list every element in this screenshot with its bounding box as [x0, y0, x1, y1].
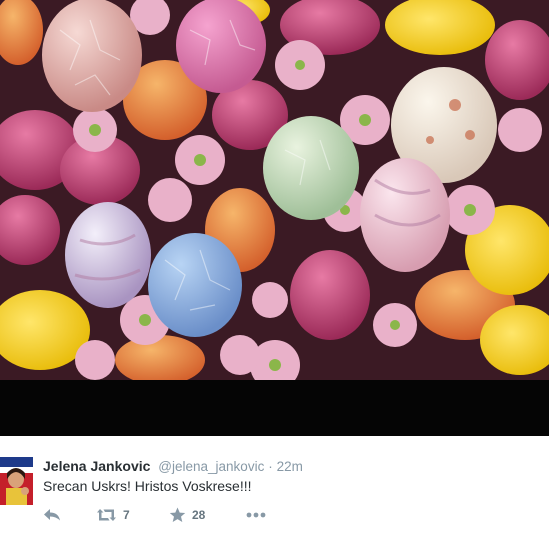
retweet-icon — [96, 508, 117, 522]
more-icon — [246, 512, 266, 518]
timestamp[interactable]: 22m — [277, 459, 303, 474]
retweet-button[interactable]: 7 — [96, 506, 130, 524]
favorite-count: 28 — [192, 508, 206, 522]
tweet-text: Srecan Uskrs! Hristos Voskrese!!! — [43, 478, 252, 494]
reply-button[interactable] — [43, 506, 61, 524]
favorite-button[interactable]: 28 — [169, 506, 205, 524]
retweet-count: 7 — [123, 508, 130, 522]
reply-icon — [43, 508, 61, 522]
more-button[interactable] — [246, 506, 266, 524]
tweet: Jelena Jankovic @jelena_jankovic · 22m S… — [0, 436, 549, 543]
photo-illustration — [0, 0, 549, 380]
easter-eggs-photo[interactable] — [0, 0, 549, 380]
avatar[interactable] — [0, 457, 33, 505]
tweet-header: Jelena Jankovic @jelena_jankovic · 22m — [43, 458, 303, 474]
display-name[interactable]: Jelena Jankovic — [43, 458, 150, 474]
separator: · — [268, 459, 273, 474]
photo-bottom-band — [0, 380, 549, 436]
user-handle[interactable]: @jelena_jankovic — [158, 459, 264, 474]
star-icon — [169, 507, 186, 523]
